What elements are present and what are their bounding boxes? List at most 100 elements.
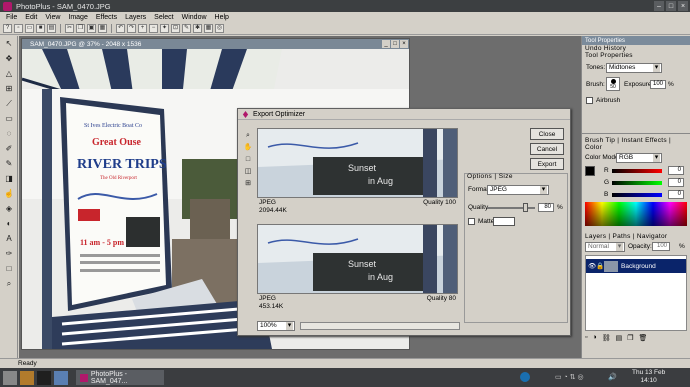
crop-tool-icon[interactable]: ⊞ xyxy=(2,82,16,96)
cut-icon[interactable]: ✂ xyxy=(65,24,74,33)
hand-tool-icon[interactable]: ✋ xyxy=(243,142,253,153)
quad-view-icon[interactable]: ⊞ xyxy=(243,178,253,189)
copy-icon[interactable]: ❐ xyxy=(76,24,85,33)
menu-view[interactable]: View xyxy=(45,14,60,21)
home-folder-icon[interactable] xyxy=(54,370,68,385)
delete-layer-icon[interactable]: 🗑 xyxy=(639,334,648,342)
new-file-icon[interactable]: ▫ xyxy=(14,24,23,33)
duplicate-layer-icon[interactable]: ❐ xyxy=(627,334,633,342)
matte-checkbox[interactable] xyxy=(468,218,475,225)
redo-icon[interactable]: ↷ xyxy=(127,24,136,33)
straighten-tool-icon[interactable]: ⟋ xyxy=(2,97,16,111)
clock[interactable]: Thu 13 Feb 14:10 xyxy=(632,369,665,385)
blue-slider[interactable] xyxy=(612,193,662,197)
pointer-tool-icon[interactable]: ↖ xyxy=(2,37,16,51)
smudge-tool-icon[interactable]: ☝ xyxy=(2,187,16,201)
brush-icon[interactable]: ✎ xyxy=(182,24,191,33)
selection-tool-icon[interactable]: ▭ xyxy=(2,112,16,126)
rect-tool-icon[interactable]: □ xyxy=(2,262,16,276)
eraser-tool-icon[interactable]: ◨ xyxy=(2,172,16,186)
red-input[interactable]: 0 xyxy=(668,166,684,175)
blend-mode-select[interactable]: Normal xyxy=(585,242,625,252)
print-icon[interactable]: ▤ xyxy=(47,24,56,33)
clone-tool-icon[interactable]: ✎ xyxy=(2,157,16,171)
terminal-icon[interactable] xyxy=(37,370,51,385)
doc-close-button[interactable]: × xyxy=(400,40,408,48)
exposure-input[interactable]: 100 xyxy=(650,80,666,89)
hp-icon[interactable] xyxy=(520,372,530,382)
tones-select[interactable]: Midtones xyxy=(606,63,662,73)
start-menu-icon[interactable] xyxy=(3,370,17,385)
zoom-out-icon[interactable]: − xyxy=(149,24,158,33)
group-icon[interactable]: ▤ xyxy=(616,334,623,342)
format-select[interactable]: JPEG xyxy=(487,185,549,195)
paste-new-icon[interactable]: ▦ xyxy=(98,24,107,33)
help-icon[interactable]: ? xyxy=(3,24,12,33)
dodge-tool-icon[interactable]: ◐ xyxy=(2,217,16,231)
menu-layers[interactable]: Layers xyxy=(125,14,146,21)
close-button[interactable]: × xyxy=(678,1,688,11)
lasso-tool-icon[interactable]: ◌ xyxy=(2,127,16,141)
split-view-icon[interactable]: ◫ xyxy=(243,166,253,177)
layer-row-background[interactable]: 👁 🔒 Background xyxy=(586,259,686,273)
preview-pane-1[interactable]: Sunset in Aug xyxy=(257,128,458,198)
close-button[interactable]: Close xyxy=(530,128,564,140)
tray-icons[interactable]: ▭ ◔ ⇅ ◎ xyxy=(555,373,584,381)
taskbar-photoplus-button[interactable]: PhotoPlus - SAM_047... xyxy=(76,370,164,385)
web-icon[interactable]: ◎ xyxy=(215,24,224,33)
menu-select[interactable]: Select xyxy=(154,14,173,21)
fill-tool-icon[interactable]: ◈ xyxy=(2,202,16,216)
zoom-select[interactable]: 100% xyxy=(257,321,295,331)
foreground-color-swatch[interactable] xyxy=(585,166,595,176)
volume-icon[interactable]: 🔊 xyxy=(608,373,617,381)
red-slider[interactable] xyxy=(612,169,662,173)
matte-color-swatch[interactable] xyxy=(493,217,515,226)
open-folder-icon[interactable]: ▭ xyxy=(25,24,34,33)
paint-brush-tool-icon[interactable]: ✐ xyxy=(2,142,16,156)
save-icon[interactable]: ■ xyxy=(36,24,45,33)
menu-edit[interactable]: Edit xyxy=(25,14,37,21)
doc-maximize-button[interactable]: □ xyxy=(391,40,399,48)
undo-icon[interactable]: ↶ xyxy=(116,24,125,33)
opacity-input[interactable]: 100 xyxy=(652,242,670,251)
grid-icon[interactable]: ▦ xyxy=(204,24,213,33)
menu-window[interactable]: Window xyxy=(182,14,207,21)
preview-pane-2[interactable]: Sunset in Aug xyxy=(257,224,458,294)
layer-mask-icon[interactable]: ◑ xyxy=(592,334,596,342)
new-layer-icon[interactable]: ▫ xyxy=(585,334,587,342)
color-panel-tabs[interactable]: Brush Tip | Instant Effects | Color xyxy=(582,137,690,151)
menu-help[interactable]: Help xyxy=(215,14,229,21)
fit-icon[interactable]: ⊡ xyxy=(171,24,180,33)
menu-image[interactable]: Image xyxy=(68,14,87,21)
menu-effects[interactable]: Effects xyxy=(96,14,117,21)
quality-slider-thumb[interactable] xyxy=(522,203,528,212)
doc-minimize-button[interactable]: _ xyxy=(382,40,390,48)
maximize-button[interactable]: □ xyxy=(666,1,676,11)
green-slider[interactable] xyxy=(612,181,662,185)
link-icon[interactable]: ⛓ xyxy=(602,334,611,342)
star-icon[interactable]: ✱ xyxy=(193,24,202,33)
zoom-in-icon[interactable]: + xyxy=(138,24,147,33)
menu-file[interactable]: File xyxy=(6,14,17,21)
blue-input[interactable]: 0 xyxy=(668,190,684,199)
cancel-button[interactable]: Cancel xyxy=(530,143,564,155)
visibility-eye-icon[interactable]: 👁 xyxy=(588,262,596,270)
shape-tool-icon[interactable]: △ xyxy=(2,67,16,81)
file-manager-icon[interactable] xyxy=(20,370,34,385)
pen-tool-icon[interactable]: ✑ xyxy=(2,247,16,261)
zoom-tool-icon[interactable]: ⌕ xyxy=(2,277,16,291)
zoom-tool-icon[interactable]: ⌕ xyxy=(243,130,253,141)
color-spectrum[interactable] xyxy=(585,202,687,226)
export-button[interactable]: Export xyxy=(530,158,564,170)
lock-icon[interactable]: 🔒 xyxy=(596,262,604,270)
quality-input[interactable]: 80 xyxy=(538,203,554,212)
text-tool-icon[interactable]: A xyxy=(2,232,16,246)
color-mode-select[interactable]: RGB xyxy=(616,153,662,163)
wand-icon[interactable]: ✦ xyxy=(160,24,169,33)
paste-icon[interactable]: ▣ xyxy=(87,24,96,33)
single-view-icon[interactable]: □ xyxy=(243,154,253,165)
airbrush-checkbox[interactable] xyxy=(586,97,593,104)
minimize-button[interactable]: – xyxy=(654,1,664,11)
green-input[interactable]: 0 xyxy=(668,178,684,187)
layers-panel-tabs[interactable]: Layers | Paths | Navigator xyxy=(582,233,690,240)
